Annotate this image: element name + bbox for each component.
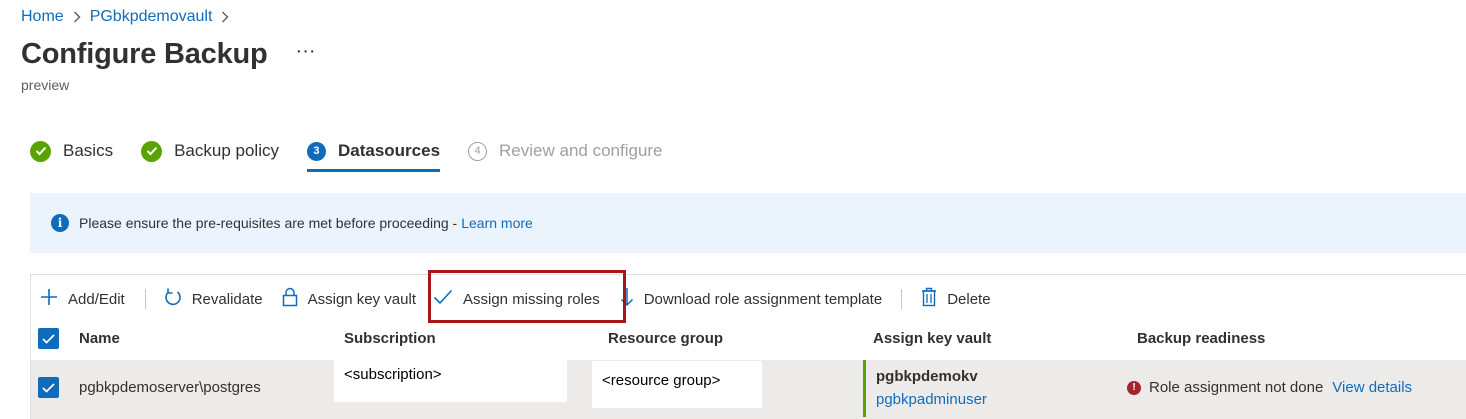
step-basics[interactable]: Basics <box>30 136 113 166</box>
step-datasources[interactable]: 3 Datasources <box>306 136 441 172</box>
checkmark-icon <box>141 140 163 162</box>
revalidate-label: Revalidate <box>191 290 263 308</box>
info-banner: i Please ensure the pre-requisites are m… <box>30 193 1466 253</box>
trash-icon <box>921 287 947 311</box>
add-edit-label: Add/Edit <box>68 290 125 308</box>
step-label: Datasources <box>337 141 441 160</box>
info-icon: i <box>51 214 69 232</box>
page-title: Configure Backup <box>21 38 268 70</box>
step-number-badge: 3 <box>306 141 326 161</box>
chevron-right-icon <box>73 11 81 23</box>
column-header-resource-group[interactable]: Resource group <box>608 330 723 347</box>
assign-missing-roles-button[interactable]: Assign missing roles <box>433 289 600 309</box>
row-key-vault-cell: pgbkpdemokv pgbkpadminuser <box>863 360 987 417</box>
plus-icon <box>40 288 68 310</box>
info-message: Please ensure the pre-requisites are met… <box>79 215 458 231</box>
column-header-name[interactable]: Name <box>79 330 120 347</box>
download-arrow-icon <box>620 287 644 311</box>
toolbar: Add/Edit Revalidate Assign key vault Ass… <box>40 284 991 314</box>
row-checkbox[interactable] <box>38 377 59 398</box>
delete-label: Delete <box>947 290 991 308</box>
lock-icon <box>282 287 308 311</box>
more-options-button[interactable]: ··· <box>296 41 316 69</box>
step-label: Review and configure <box>499 141 663 160</box>
step-number-badge: 4 <box>468 141 488 161</box>
column-header-assign-key-vault[interactable]: Assign key vault <box>873 330 991 347</box>
error-icon: ! <box>1127 380 1141 395</box>
assign-key-vault-label: Assign key vault <box>307 290 416 308</box>
backup-readiness-cell: ! Role assignment not done View details <box>1127 379 1412 396</box>
step-label: Basics <box>63 141 114 160</box>
download-template-label: Download role assignment template <box>643 290 883 308</box>
row-name: pgbkpdemoserver\postgres <box>79 379 261 396</box>
delete-button[interactable]: Delete <box>921 287 991 311</box>
key-vault-name: pgbkpdemokv <box>876 368 978 385</box>
row-subscription: <subscription> <box>334 360 567 402</box>
revalidate-button[interactable]: Revalidate <box>164 287 263 311</box>
chevron-right-icon <box>221 11 229 23</box>
key-vault-user-link[interactable]: pgbkpadminuser <box>876 391 987 408</box>
checkmark-icon <box>42 333 55 344</box>
view-details-link[interactable]: View details <box>1332 379 1412 396</box>
row-resource-group: <resource group> <box>592 361 762 408</box>
toolbar-divider <box>901 289 903 309</box>
assign-missing-roles-label: Assign missing roles <box>463 290 600 308</box>
checkmark-icon <box>30 140 51 162</box>
checkmark-icon <box>433 289 463 309</box>
column-header-subscription[interactable]: Subscription <box>344 330 436 347</box>
learn-more-link[interactable]: Learn more <box>461 215 533 231</box>
toolbar-divider <box>144 289 146 309</box>
step-review-and-configure[interactable]: 4 Review and configure <box>468 136 663 166</box>
checkmark-icon <box>42 382 55 393</box>
breadcrumb: Home PGbkpdemovault <box>21 8 238 26</box>
add-edit-button[interactable]: Add/Edit <box>40 288 125 310</box>
refresh-icon <box>164 287 192 311</box>
wizard-steps: Basics Backup policy 3 Datasources 4 Rev… <box>30 136 691 172</box>
breadcrumb-vault-link[interactable]: PGbkpdemovault <box>90 8 213 26</box>
assign-key-vault-button[interactable]: Assign key vault <box>282 287 416 311</box>
readiness-status: Role assignment not done <box>1149 379 1324 396</box>
title-row: Configure Backup ··· <box>21 38 316 71</box>
step-backup-policy[interactable]: Backup policy <box>141 136 279 166</box>
download-template-button[interactable]: Download role assignment template <box>620 287 882 311</box>
breadcrumb-home-link[interactable]: Home <box>21 8 64 26</box>
select-all-checkbox[interactable] <box>38 328 59 349</box>
step-label: Backup policy <box>174 141 279 160</box>
page-subtitle: preview <box>21 77 70 93</box>
column-header-backup-readiness[interactable]: Backup readiness <box>1137 330 1265 347</box>
